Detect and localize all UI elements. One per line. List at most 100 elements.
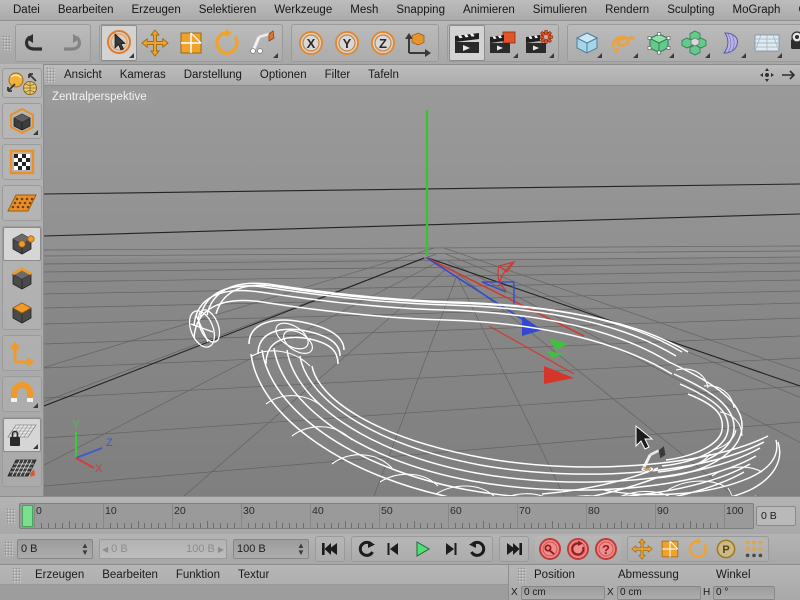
material-manager-body[interactable] — [0, 585, 508, 600]
frame-end-field[interactable]: 100 B ▲ ▼ — [233, 539, 309, 559]
menu-sculpting[interactable]: Sculpting — [658, 0, 723, 21]
nurbs-generator-menu-corner[interactable] — [669, 52, 674, 58]
play-button[interactable] — [408, 537, 436, 561]
mat-menu-bearbeiten[interactable]: Bearbeiten — [93, 565, 167, 585]
sidebar-workplane-lock[interactable] — [2, 418, 41, 452]
sidebar-magnet-tool[interactable] — [3, 377, 41, 411]
bend-deformer-menu-corner[interactable] — [741, 52, 746, 58]
world-object-axis-button[interactable] — [401, 25, 437, 61]
sidebar-edge-mode[interactable] — [3, 261, 41, 295]
material-manager-grip[interactable] — [12, 566, 21, 583]
render-view-button[interactable] — [449, 24, 485, 61]
magnet-tool-menu-corner[interactable] — [32, 403, 38, 408]
sidebar-move-object-axis[interactable] — [3, 69, 41, 97]
pan-view-icon[interactable] — [759, 67, 775, 83]
workplane-lock-menu-corner[interactable] — [32, 444, 38, 449]
vmenu-tafeln[interactable]: Tafeln — [359, 65, 408, 86]
mat-menu-erzeugen[interactable]: Erzeugen — [26, 565, 93, 585]
coord-size-x-field[interactable]: 0 cm — [617, 585, 701, 600]
rotate-tool-button[interactable] — [209, 25, 245, 61]
keyframe-selection-button[interactable]: ? — [592, 537, 620, 561]
render-settings-button[interactable] — [521, 25, 557, 61]
key-scale-button[interactable] — [656, 537, 684, 561]
menu-selektieren[interactable]: Selektieren — [190, 0, 266, 21]
model-mode-menu-corner[interactable] — [32, 130, 38, 135]
transport-grip[interactable] — [4, 541, 13, 557]
menu-snapping[interactable]: Snapping — [387, 0, 454, 21]
step-back-button[interactable] — [380, 537, 408, 561]
menu-werkzeuge[interactable]: Werkzeuge — [265, 0, 341, 21]
spline-object-button[interactable] — [605, 25, 641, 61]
coordinates-manager-grip[interactable] — [517, 567, 526, 583]
vmenu-darstellung[interactable]: Darstellung — [175, 65, 251, 86]
vmenu-ansicht[interactable]: Ansicht — [55, 65, 111, 86]
render-region-button[interactable] — [485, 25, 521, 61]
spline-pen-button[interactable] — [245, 25, 281, 61]
viewport-menu-grip[interactable] — [46, 67, 55, 83]
sidebar-workplane-grid[interactable] — [3, 452, 41, 486]
perspective-viewport[interactable]: Zentralperspektive Y Z X — [44, 86, 800, 496]
go-to-start-button[interactable] — [316, 537, 344, 561]
coord-angle-h-field[interactable]: 0 ° — [713, 585, 775, 600]
nurbs-generator-button[interactable] — [641, 25, 677, 61]
cube-primitive-menu-corner[interactable] — [597, 52, 602, 58]
sidebar-model-mode[interactable] — [3, 104, 41, 138]
frame-end-spinner[interactable]: ▲ ▼ — [297, 542, 305, 557]
menu-animieren[interactable]: Animieren — [454, 0, 524, 21]
timeline-playhead[interactable] — [22, 504, 33, 527]
record-key-button[interactable] — [536, 537, 564, 561]
render-settings-menu-corner[interactable] — [549, 52, 554, 58]
key-position-button[interactable] — [628, 537, 656, 561]
preview-range-field[interactable]: ◀ 0 B 100 B ▶ — [99, 539, 227, 559]
menu-datei[interactable]: Datei — [4, 0, 49, 21]
render-region-menu-corner[interactable] — [513, 52, 518, 58]
frame-start-spinner[interactable]: ▲ ▼ — [81, 542, 89, 557]
sidebar-axis-mode[interactable] — [3, 336, 41, 370]
undo-button[interactable] — [17, 25, 53, 61]
bend-deformer-button[interactable] — [713, 25, 749, 61]
zoom-view-icon[interactable] — [780, 67, 796, 83]
go-to-end-button[interactable] — [500, 537, 528, 561]
timeline-grip[interactable] — [6, 507, 15, 524]
menu-charakter[interactable]: Charak — [789, 0, 800, 21]
timeline-ruler[interactable]: 0 10 20 30 40 50 60 70 80 90 100 — [19, 502, 754, 529]
floor-object-button[interactable] — [749, 25, 785, 61]
sidebar-polygon-mode[interactable] — [3, 295, 41, 329]
move-tool-button[interactable] — [137, 25, 173, 61]
autokey-button[interactable] — [564, 537, 592, 561]
menu-mograph[interactable]: MoGraph — [724, 0, 790, 21]
mat-menu-funktion[interactable]: Funktion — [167, 565, 229, 585]
live-selection-menu-corner[interactable] — [129, 52, 134, 58]
menu-mesh[interactable]: Mesh — [341, 0, 387, 21]
redo-button[interactable] — [53, 25, 89, 61]
camera-object-button[interactable] — [785, 25, 800, 61]
spline-object-menu-corner[interactable] — [633, 52, 638, 58]
spline-pen-menu-corner[interactable] — [273, 52, 278, 58]
vmenu-optionen[interactable]: Optionen — [251, 65, 316, 86]
menu-bearbeiten[interactable]: Bearbeiten — [49, 0, 123, 21]
floor-object-menu-corner[interactable] — [777, 52, 782, 58]
sidebar-point-mode[interactable] — [2, 227, 41, 261]
axis-z-lock-button[interactable]: Z — [365, 25, 401, 61]
axis-x-lock-button[interactable]: X — [293, 25, 329, 61]
sidebar-polygon-grid[interactable] — [3, 186, 41, 220]
coord-position-x-field[interactable]: 0 cm — [521, 585, 605, 600]
frame-start-field[interactable]: 0 B ▲ ▼ — [17, 539, 93, 559]
menu-erzeugen[interactable]: Erzeugen — [122, 0, 189, 21]
previous-key-button[interactable] — [352, 537, 380, 561]
array-object-button[interactable] — [677, 25, 713, 61]
step-forward-button[interactable] — [436, 537, 464, 561]
range-right-arrow[interactable]: ▶ — [218, 545, 224, 554]
range-left-arrow[interactable]: ◀ — [102, 545, 108, 554]
sidebar-texture-mode[interactable] — [3, 145, 41, 179]
toolbar-grip[interactable] — [2, 34, 11, 51]
cube-primitive-button[interactable] — [569, 25, 605, 61]
key-parameter-button[interactable]: P — [712, 537, 740, 561]
axis-y-lock-button[interactable]: Y — [329, 25, 365, 61]
next-key-button[interactable] — [464, 537, 492, 561]
menu-rendern[interactable]: Rendern — [596, 0, 658, 21]
current-frame-field[interactable]: 0 B — [756, 505, 796, 526]
key-rotation-button[interactable] — [684, 537, 712, 561]
key-pla-button[interactable] — [740, 537, 768, 561]
vmenu-kameras[interactable]: Kameras — [111, 65, 175, 86]
